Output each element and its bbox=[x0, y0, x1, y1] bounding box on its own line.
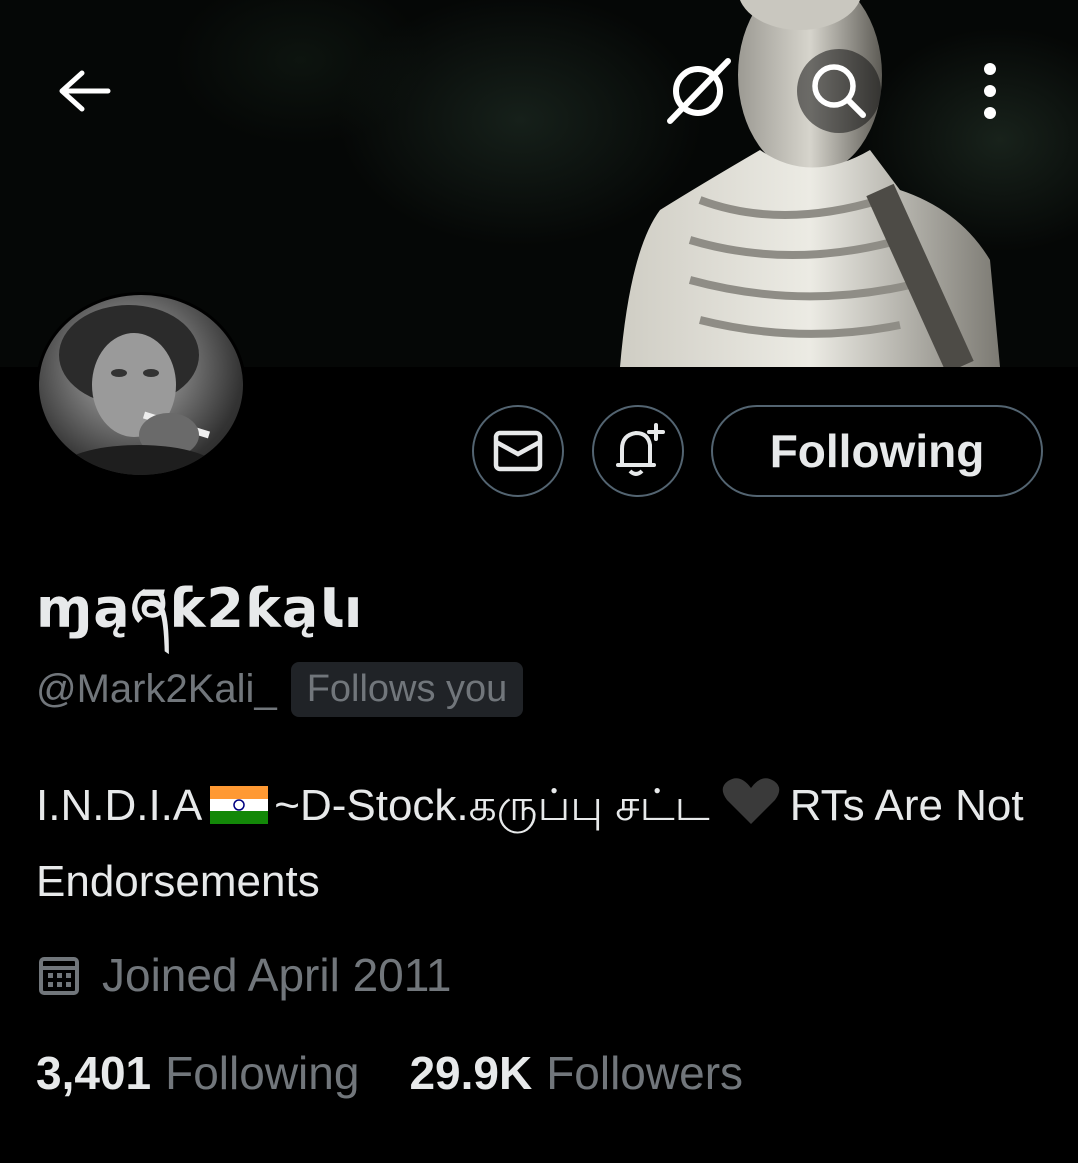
following-count: 3,401 bbox=[36, 1047, 152, 1099]
india-flag-icon bbox=[210, 786, 269, 824]
handle-row: @Mark2Kali_ Follows you bbox=[36, 662, 524, 717]
mail-icon bbox=[493, 430, 543, 472]
bell-plus-icon bbox=[616, 423, 665, 476]
follows-you-badge: Follows you bbox=[290, 662, 524, 717]
followers-label: Followers bbox=[546, 1047, 744, 1099]
grok-icon bbox=[667, 58, 731, 124]
followers-link[interactable]: 29.9K Followers bbox=[409, 1046, 743, 1100]
search-button[interactable] bbox=[797, 49, 881, 133]
message-button[interactable] bbox=[472, 405, 564, 497]
bio-text: ~D-Stock.கருப்பு சட்ட bbox=[274, 781, 710, 830]
notifications-button[interactable] bbox=[592, 405, 684, 497]
avatar[interactable] bbox=[36, 292, 246, 478]
profile-bio: I.N.D.I.A ~D-Stock.கருப்பு சட்ட RTs Are … bbox=[36, 768, 1046, 920]
search-icon bbox=[812, 64, 866, 118]
back-button[interactable] bbox=[42, 49, 126, 133]
black-heart-icon bbox=[722, 778, 779, 824]
following-label: Following bbox=[165, 1047, 360, 1099]
following-link[interactable]: 3,401 Following bbox=[36, 1046, 359, 1100]
username: @Mark2Kali_ bbox=[36, 667, 277, 711]
more-vertical-icon bbox=[984, 63, 996, 119]
calendar-icon bbox=[39, 957, 79, 995]
joined-row: Joined April 2011 bbox=[38, 948, 452, 1002]
joined-date: Joined April 2011 bbox=[102, 949, 452, 1001]
grok-button[interactable] bbox=[656, 49, 740, 133]
following-button[interactable]: Following bbox=[711, 405, 1043, 497]
followers-count: 29.9K bbox=[409, 1047, 533, 1099]
avatar-image bbox=[39, 295, 243, 475]
more-options-button[interactable] bbox=[948, 49, 1032, 133]
bio-text: I.N.D.I.A bbox=[36, 781, 203, 830]
follow-stats: 3,401 Following 29.9K Followers bbox=[36, 1046, 743, 1100]
arrow-left-icon bbox=[59, 70, 111, 112]
